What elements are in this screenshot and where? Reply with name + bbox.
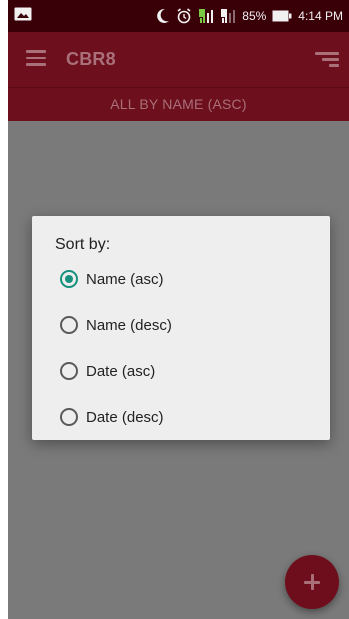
sort-option-name-asc[interactable]: Name (asc)	[60, 265, 300, 293]
battery-percent: 85%	[242, 9, 267, 23]
sort-icon[interactable]	[315, 50, 339, 68]
sort-dialog: Sort by: Name (asc) Name (desc) Date (as…	[32, 216, 330, 440]
add-button[interactable]	[285, 555, 339, 609]
image-notification-icon	[14, 7, 32, 21]
status-bar: 85% 4:14 PM	[8, 0, 349, 32]
radio-button[interactable]	[60, 362, 78, 380]
signal-sim2-icon	[220, 0, 236, 32]
option-label: Name (asc)	[86, 270, 164, 288]
radio-button[interactable]	[60, 316, 78, 334]
sort-option-date-desc[interactable]: Date (desc)	[60, 403, 300, 431]
sort-option-name-desc[interactable]: Name (desc)	[60, 311, 300, 339]
radio-button-checked[interactable]	[60, 270, 78, 288]
option-label: Date (asc)	[86, 362, 156, 380]
status-time: 4:14 PM	[298, 9, 343, 23]
dialog-title: Sort by:	[55, 236, 111, 253]
app-screen: 85% 4:14 PM CBR8 ALL BY NAME (ASC) Sort …	[8, 0, 349, 619]
signal-sim1-icon	[198, 0, 214, 32]
app-title: CBR8	[66, 49, 116, 69]
app-bar: CBR8	[8, 32, 349, 87]
option-label: Name (desc)	[86, 316, 172, 334]
radio-button[interactable]	[60, 408, 78, 426]
sort-option-date-asc[interactable]: Date (asc)	[60, 357, 300, 385]
status-icons: 85% 4:14 PM	[156, 0, 343, 32]
option-label: Date (desc)	[86, 408, 164, 426]
battery-icon	[272, 0, 292, 32]
moon-icon	[156, 0, 170, 32]
sort-header: ALL BY NAME (ASC)	[8, 87, 349, 121]
hamburger-menu-icon[interactable]	[26, 50, 46, 66]
alarm-icon	[176, 0, 192, 32]
